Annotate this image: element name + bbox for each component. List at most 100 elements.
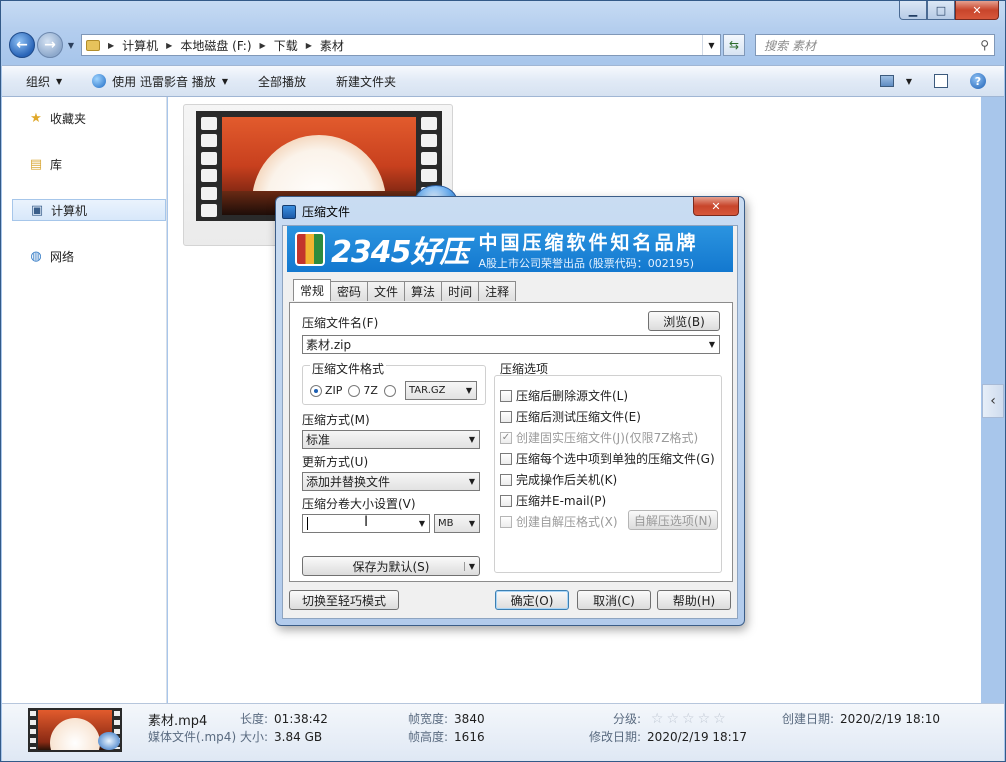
format-radios: ZIP 7Z TAR.GZ ▼	[310, 381, 477, 400]
sidebar-item-label: 收藏夹	[50, 111, 87, 126]
address-end: ▼	[702, 35, 720, 55]
format-zip-radio[interactable]: ZIP	[310, 384, 342, 397]
search-placeholder: 搜索 素材	[764, 38, 816, 53]
chevron-down-icon: ▼	[468, 435, 476, 444]
tab-algorithm[interactable]: 算法	[404, 281, 443, 301]
email-checkbox[interactable]: 压缩并E-mail(P)	[500, 492, 606, 509]
tab-comment[interactable]: 注释	[478, 281, 517, 301]
star-icon[interactable]: ☆	[698, 712, 711, 726]
sidebar-item-favorites[interactable]: ★ 收藏夹	[12, 107, 166, 129]
details-filename: 素材.mp4	[148, 714, 208, 729]
chevron-right-icon[interactable]: ▶	[166, 41, 172, 50]
chevron-right-icon[interactable]: ▶	[260, 41, 266, 50]
brand-subtitle: A股上市公司荣誉出品 (股票代码：002195)	[478, 256, 695, 270]
format-7z-radio[interactable]: 7Z	[348, 384, 378, 397]
dialog-close-button[interactable]: ✕	[693, 197, 739, 216]
chevron-down-icon[interactable]: ▼	[906, 77, 912, 86]
browse-button[interactable]: 浏览(B)	[648, 311, 720, 331]
chevron-down-icon: ▼	[465, 386, 473, 395]
arrow-left-icon: ←	[16, 37, 28, 53]
star-icon: ★	[30, 110, 42, 126]
star-icon[interactable]: ☆	[682, 712, 695, 726]
help-button[interactable]: 帮助(H)	[657, 590, 731, 610]
tab-time[interactable]: 时间	[441, 281, 480, 301]
sidebar-item-libraries[interactable]: ▤ 库	[12, 153, 166, 175]
sidebar-item-network[interactable]: ◍ 网络	[12, 245, 166, 267]
ok-button[interactable]: 确定(O)	[495, 590, 569, 610]
breadcrumb-material[interactable]: 素材	[320, 37, 344, 54]
navigation-pane: ★ 收藏夹 ▤ 库 ▣ 计算机 ◍ 网络	[2, 97, 167, 703]
maximize-button[interactable]: □	[927, 1, 955, 20]
tab-password[interactable]: 密码	[330, 281, 369, 301]
recent-pages-dropdown[interactable]: ▼	[65, 41, 77, 50]
breadcrumb-downloads[interactable]: 下载	[274, 37, 298, 54]
star-icon[interactable]: ☆	[666, 712, 679, 726]
chevron-down-icon: ▼	[463, 561, 475, 571]
switch-mode-button[interactable]: 切换至轻巧模式	[289, 590, 399, 610]
tab-general[interactable]: 常规	[293, 279, 332, 301]
sfx-checkbox: 创建自解压格式(X)	[500, 513, 618, 530]
star-icon[interactable]: ☆	[651, 712, 664, 726]
address-bar[interactable]: ▶ 计算机 ▶ 本地磁盘 (F:) ▶ 下载 ▶ 素材 ▼	[81, 34, 721, 56]
refresh-button[interactable]: ⇆	[723, 34, 745, 56]
minimize-button[interactable]: ▁	[899, 1, 927, 20]
back-button[interactable]: ←	[9, 32, 35, 58]
forward-button[interactable]: →	[37, 32, 63, 58]
film-holes	[201, 117, 217, 217]
filename-combo[interactable]: 素材.zip ▼	[302, 335, 720, 354]
address-row: ← → ▼ ▶ 计算机 ▶ 本地磁盘 (F:) ▶ 下载 ▶ 素材 ▼ ⇆ 搜索…	[9, 31, 999, 59]
sidebar-item-computer[interactable]: ▣ 计算机	[12, 199, 166, 221]
address-history-dropdown[interactable]: ▼	[702, 35, 720, 55]
details-filetype: 媒体文件(.mp4)	[148, 730, 237, 744]
dialog-title: 压缩文件	[282, 203, 350, 220]
solid-archive-checkbox: ✓ 创建固实压缩文件(J)(仅限7Z格式)	[500, 431, 699, 445]
general-panel: 压缩文件名(F) 浏览(B) 素材.zip ▼ 压缩文件格式 ZIP 7Z TA…	[289, 302, 733, 582]
chevron-down-icon: ▼	[418, 519, 426, 528]
tab-files[interactable]: 文件	[367, 281, 406, 301]
breadcrumb-computer[interactable]: 计算机	[122, 37, 158, 54]
rating-stars[interactable]: ☆ ☆ ☆ ☆ ☆	[651, 712, 729, 726]
details-frame-width: 帧宽度: 3840	[408, 712, 485, 726]
expand-pane-button[interactable]: ‹	[982, 384, 1004, 418]
delete-source-checkbox[interactable]: 压缩后删除源文件(L)	[500, 387, 628, 404]
separate-archives-checkbox[interactable]: 压缩每个选中项到单独的压缩文件(G)	[500, 450, 715, 467]
filename-label: 压缩文件名(F)	[302, 316, 379, 330]
close-button[interactable]: ✕	[955, 1, 999, 20]
shutdown-checkbox[interactable]: 完成操作后关机(K)	[500, 471, 617, 488]
new-folder-button[interactable]: 新建文件夹	[336, 73, 396, 90]
sidebar-item-label: 库	[50, 157, 63, 172]
play-all-label: 全部播放	[257, 74, 306, 89]
play-all-button[interactable]: 全部播放	[258, 73, 306, 90]
test-archive-checkbox[interactable]: 压缩后测试压缩文件(E)	[500, 408, 641, 425]
format-other-combo[interactable]: TAR.GZ ▼	[404, 381, 477, 400]
cancel-button[interactable]: 取消(C)	[577, 590, 651, 610]
organize-label: 组织	[26, 74, 51, 89]
search-input[interactable]: 搜索 素材 ⚲	[755, 34, 995, 56]
method-select[interactable]: 标准 ▼	[302, 430, 480, 449]
chevron-down-icon: ▼	[708, 340, 716, 349]
chevron-right-icon[interactable]: ▶	[108, 41, 114, 50]
organize-button[interactable]: 组织 ▼	[26, 73, 62, 90]
preview-pane-icon[interactable]	[934, 74, 948, 88]
close-icon: ✕	[711, 199, 721, 213]
compress-dialog: 压缩文件 ✕ 2345好压 中国压缩软件知名品牌 A股上市公司荣誉出品 (股票代…	[275, 196, 745, 626]
update-select[interactable]: 添加并替换文件 ▼	[302, 472, 480, 491]
details-pane: 素材.mp4 媒体文件(.mp4) 长度: 01:38:42 大小: 3.84 GB…	[2, 703, 1004, 761]
details-rating: 分级: ☆ ☆ ☆ ☆ ☆	[613, 710, 729, 727]
dialog-body: 2345好压 中国压缩软件知名品牌 A股上市公司荣誉出品 (股票代码：00219…	[282, 225, 738, 619]
format-other-radio[interactable]	[383, 384, 399, 397]
breadcrumb-drive[interactable]: 本地磁盘 (F:)	[180, 37, 251, 54]
details-frame-height: 帧高度: 1616	[408, 730, 485, 744]
details-length: 长度: 01:38:42	[240, 712, 328, 726]
star-icon[interactable]: ☆	[713, 712, 726, 726]
chevron-down-icon: ▼	[56, 76, 63, 86]
chevron-right-icon[interactable]: ▶	[306, 41, 312, 50]
folder-icon	[86, 39, 100, 51]
play-with-button[interactable]: 使用 迅雷影音 播放 ▼	[92, 73, 228, 90]
filename-value: 素材.zip	[306, 338, 352, 352]
view-options-icon[interactable]	[879, 75, 894, 87]
refresh-icon: ⇆	[728, 38, 740, 52]
split-unit-select[interactable]: MB ▼	[434, 514, 480, 533]
help-icon[interactable]: ?	[970, 73, 986, 89]
save-default-button[interactable]: 保存为默认(S) ▼	[302, 556, 480, 576]
